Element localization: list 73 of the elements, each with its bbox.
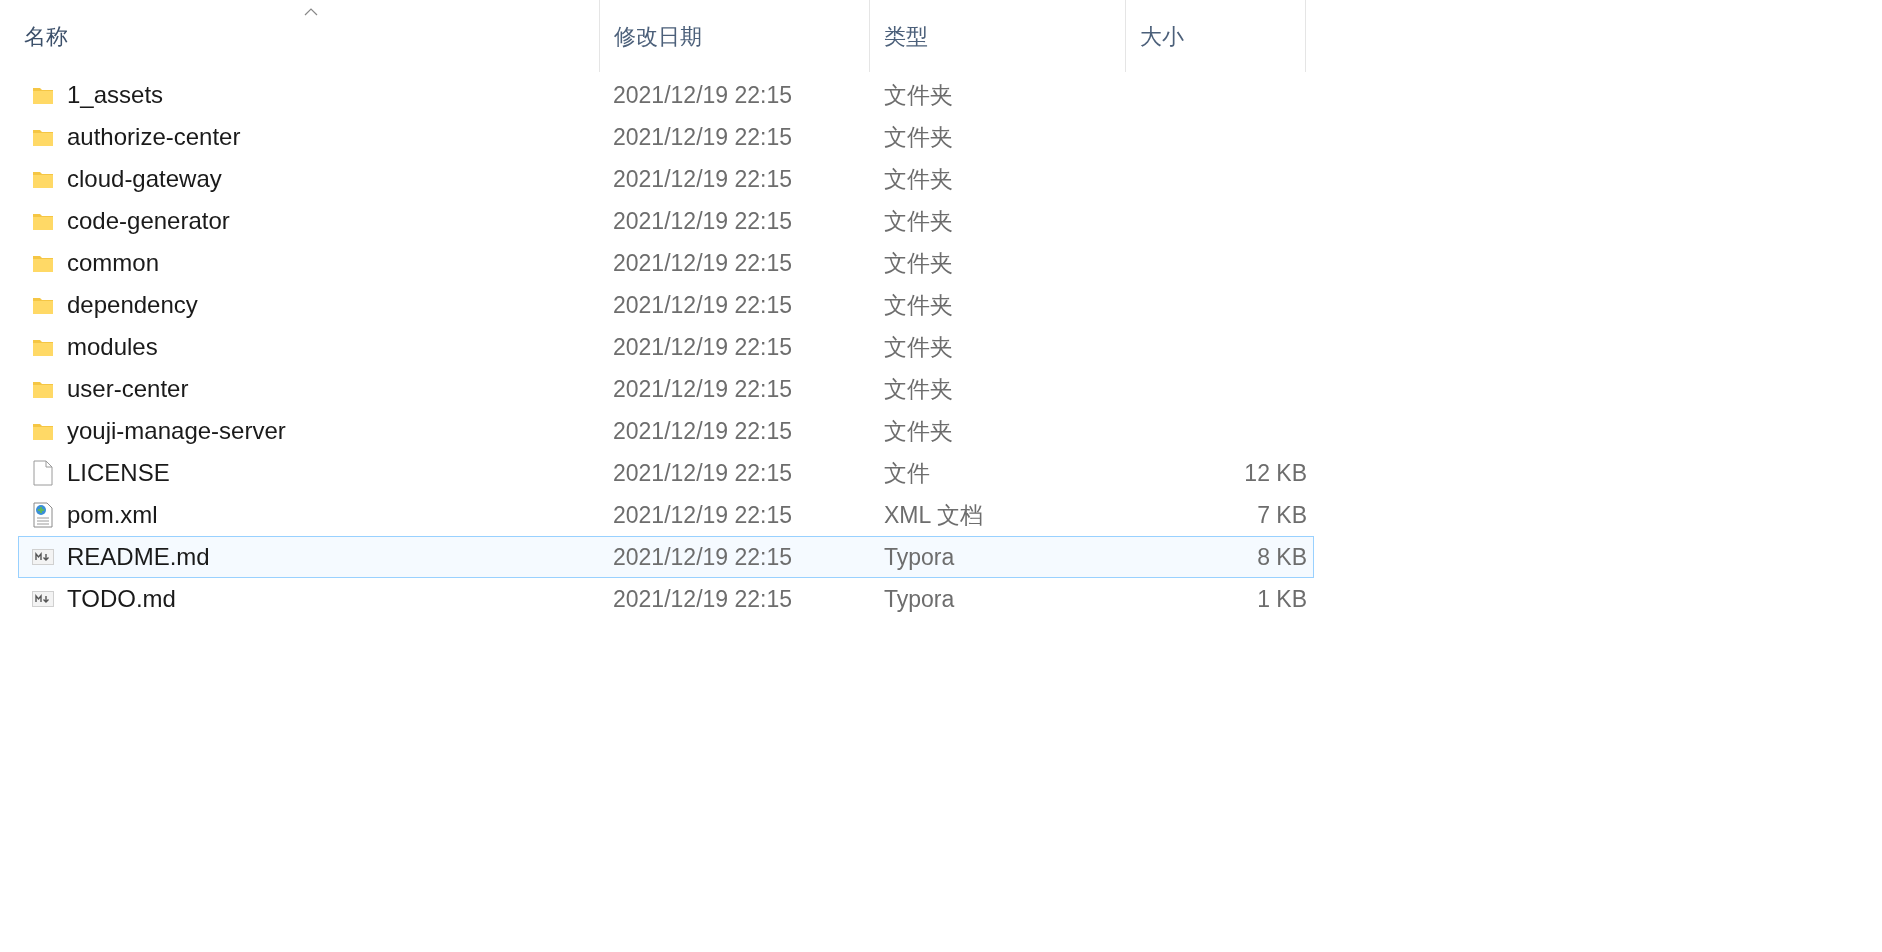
file-type: 文件夹 <box>884 374 954 404</box>
file-name: dependency <box>67 290 198 320</box>
folder-icon <box>32 337 54 357</box>
file-row[interactable]: cloud-gateway 2021/12/19 22:15 文件夹 <box>18 158 1314 200</box>
file-name: README.md <box>67 542 210 572</box>
modified-date: 2021/12/19 22:15 <box>612 374 794 404</box>
column-header[interactable]: 修改日期 <box>614 19 702 53</box>
file-name: LICENSE <box>67 458 170 488</box>
file-row[interactable]: README.md 2021/12/19 22:15 Typora 8 KB <box>18 536 1314 578</box>
file-name: 1_assets <box>67 80 164 110</box>
column-header[interactable]: 大小 <box>1140 19 1184 53</box>
folder-icon <box>32 295 54 315</box>
modified-date: 2021/12/19 22:15 <box>612 332 794 362</box>
blank-file-icon <box>33 460 53 486</box>
folder-icon <box>32 169 54 189</box>
file-row[interactable]: modules 2021/12/19 22:15 文件夹 <box>18 326 1314 368</box>
column-header[interactable]: 名称 <box>24 19 68 53</box>
file-name: TODO.md <box>67 584 176 614</box>
file-row[interactable]: youji-manage-server 2021/12/19 22:15 文件夹 <box>18 410 1314 452</box>
file-type: 文件夹 <box>884 416 954 446</box>
file-type: Typora <box>884 584 956 614</box>
modified-date: 2021/12/19 22:15 <box>612 500 794 530</box>
file-row[interactable]: user-center 2021/12/19 22:15 文件夹 <box>18 368 1314 410</box>
modified-date: 2021/12/19 22:15 <box>612 164 794 194</box>
file-type: XML 文档 <box>884 500 984 530</box>
file-type: 文件夹 <box>884 332 954 362</box>
file-type: 文件夹 <box>884 164 954 194</box>
modified-date: 2021/12/19 22:15 <box>612 248 794 278</box>
file-size: 7 KB <box>1257 500 1307 530</box>
markdown-file-icon <box>32 589 54 609</box>
file-row[interactable]: authorize-center 2021/12/19 22:15 文件夹 <box>18 116 1314 158</box>
modified-date: 2021/12/19 22:15 <box>612 290 794 320</box>
folder-icon <box>32 211 54 231</box>
file-row[interactable]: LICENSE 2021/12/19 22:15 文件 12 KB <box>18 452 1314 494</box>
modified-date: 2021/12/19 22:15 <box>612 416 794 446</box>
file-row[interactable]: TODO.md 2021/12/19 22:15 Typora 1 KB <box>18 578 1314 620</box>
file-row[interactable]: common 2021/12/19 22:15 文件夹 <box>18 242 1314 284</box>
file-row[interactable]: dependency 2021/12/19 22:15 文件夹 <box>18 284 1314 326</box>
xml-document-icon <box>32 502 54 528</box>
folder-icon <box>32 127 54 147</box>
file-type: 文件夹 <box>884 80 954 110</box>
file-type: 文件夹 <box>884 122 954 152</box>
folder-icon <box>32 85 54 105</box>
file-size: 12 KB <box>1244 458 1307 488</box>
file-name: common <box>67 248 160 278</box>
modified-date: 2021/12/19 22:15 <box>612 80 794 110</box>
file-name: user-center <box>67 374 189 404</box>
modified-date: 2021/12/19 22:15 <box>612 122 794 152</box>
column-header[interactable]: 类型 <box>884 19 928 53</box>
file-type: 文件夹 <box>884 248 954 278</box>
file-row[interactable]: 1_assets 2021/12/19 22:15 文件夹 <box>18 74 1314 116</box>
file-name: pom.xml <box>67 500 158 530</box>
folder-icon <box>32 253 54 273</box>
file-row[interactable]: pom.xml 2021/12/19 22:15 XML 文档 7 KB <box>18 494 1314 536</box>
file-name: youji-manage-server <box>67 416 286 446</box>
file-type: 文件夹 <box>884 290 954 320</box>
file-name: cloud-gateway <box>67 164 222 194</box>
file-type: 文件 <box>884 458 931 488</box>
modified-date: 2021/12/19 22:15 <box>612 206 794 236</box>
file-name: authorize-center <box>67 122 241 152</box>
file-size: 1 KB <box>1257 584 1307 614</box>
file-type: Typora <box>884 542 956 572</box>
markdown-file-icon <box>32 547 54 567</box>
modified-date: 2021/12/19 22:15 <box>612 458 794 488</box>
modified-date: 2021/12/19 22:15 <box>612 542 794 572</box>
file-name: code-generator <box>67 206 230 236</box>
file-type: 文件夹 <box>884 206 954 236</box>
folder-icon <box>32 379 54 399</box>
folder-icon <box>32 421 54 441</box>
modified-date: 2021/12/19 22:15 <box>612 584 794 614</box>
file-name: modules <box>67 332 158 362</box>
file-row[interactable]: code-generator 2021/12/19 22:15 文件夹 <box>18 200 1314 242</box>
file-size: 8 KB <box>1257 542 1307 572</box>
